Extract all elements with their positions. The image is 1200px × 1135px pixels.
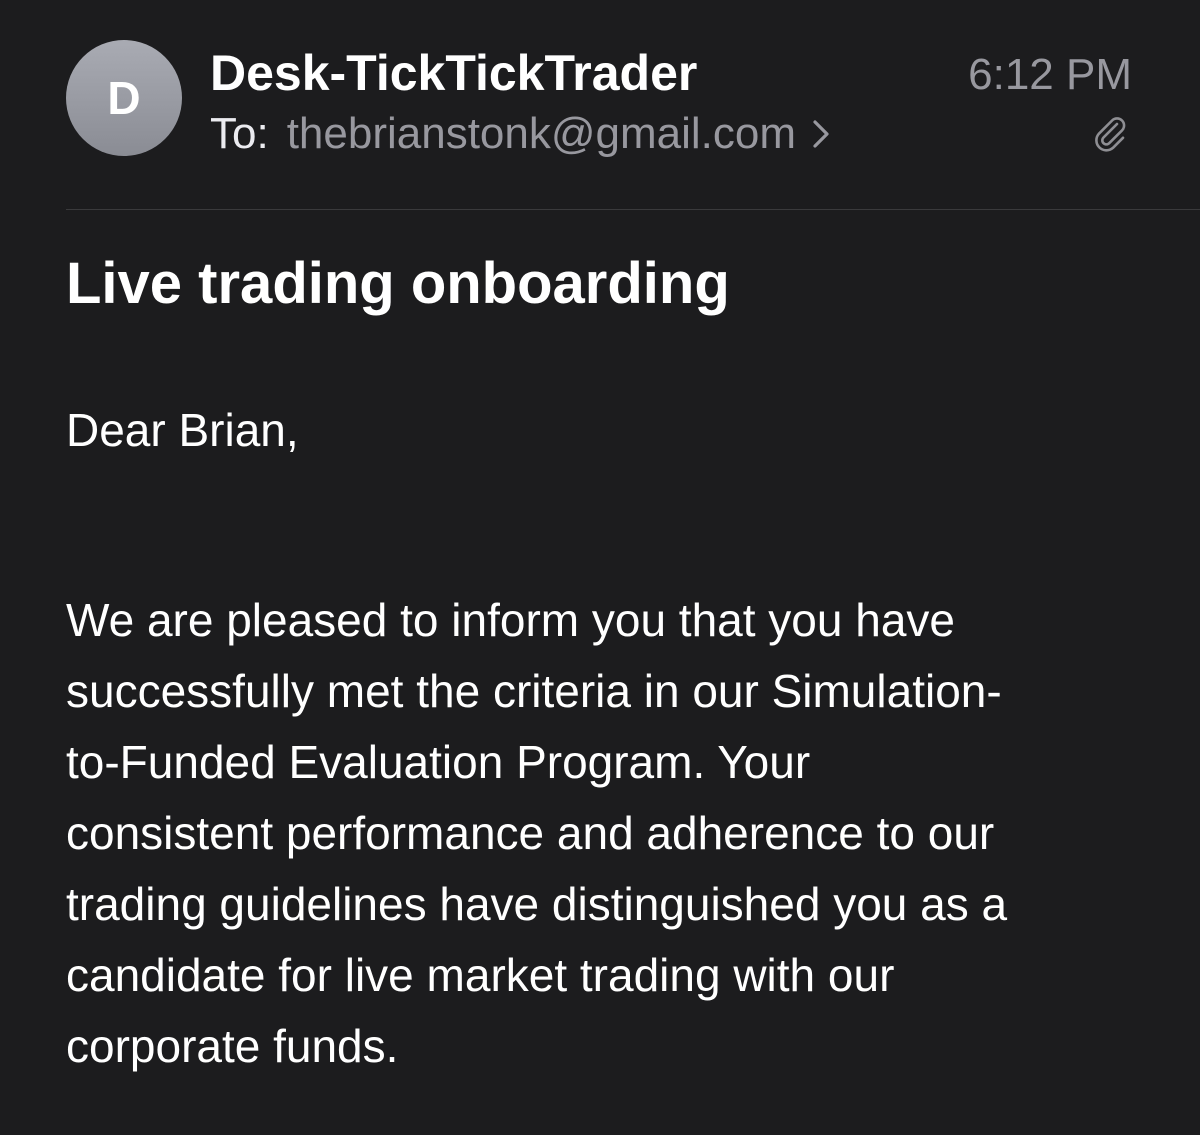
body-line: successfully met the criteria in our Sim… bbox=[66, 665, 1002, 717]
email-header: D Desk-TickTickTrader To: thebrianstonk@… bbox=[0, 0, 1200, 210]
email-body: We are pleased to inform you that you ha… bbox=[66, 585, 1146, 1082]
avatar-initial: D bbox=[107, 72, 141, 124]
body-line: corporate funds. bbox=[66, 1020, 399, 1072]
body-line: consistent performance and adherence to … bbox=[66, 807, 995, 859]
to-label: To: bbox=[210, 109, 269, 158]
recipient-row[interactable]: To: thebrianstonk@gmail.com bbox=[210, 106, 830, 162]
received-time: 6:12 PM bbox=[968, 50, 1132, 99]
body-line: We are pleased to inform you that you ha… bbox=[66, 594, 956, 646]
sender-name[interactable]: Desk-TickTickTrader bbox=[210, 44, 697, 102]
chevron-right-icon[interactable] bbox=[812, 119, 830, 149]
body-line: trading guidelines have distinguished yo… bbox=[66, 878, 1008, 930]
sender-avatar[interactable]: D bbox=[66, 40, 182, 156]
email-greeting: Dear Brian, bbox=[66, 404, 299, 456]
header-divider bbox=[66, 209, 1200, 210]
email-subject: Live trading onboarding bbox=[66, 251, 730, 316]
recipient-address[interactable]: thebrianstonk@gmail.com bbox=[287, 106, 796, 162]
paperclip-icon[interactable] bbox=[1090, 114, 1130, 154]
body-line: to-Funded Evaluation Program. Your bbox=[66, 736, 811, 788]
body-line: candidate for live market trading with o… bbox=[66, 949, 895, 1001]
